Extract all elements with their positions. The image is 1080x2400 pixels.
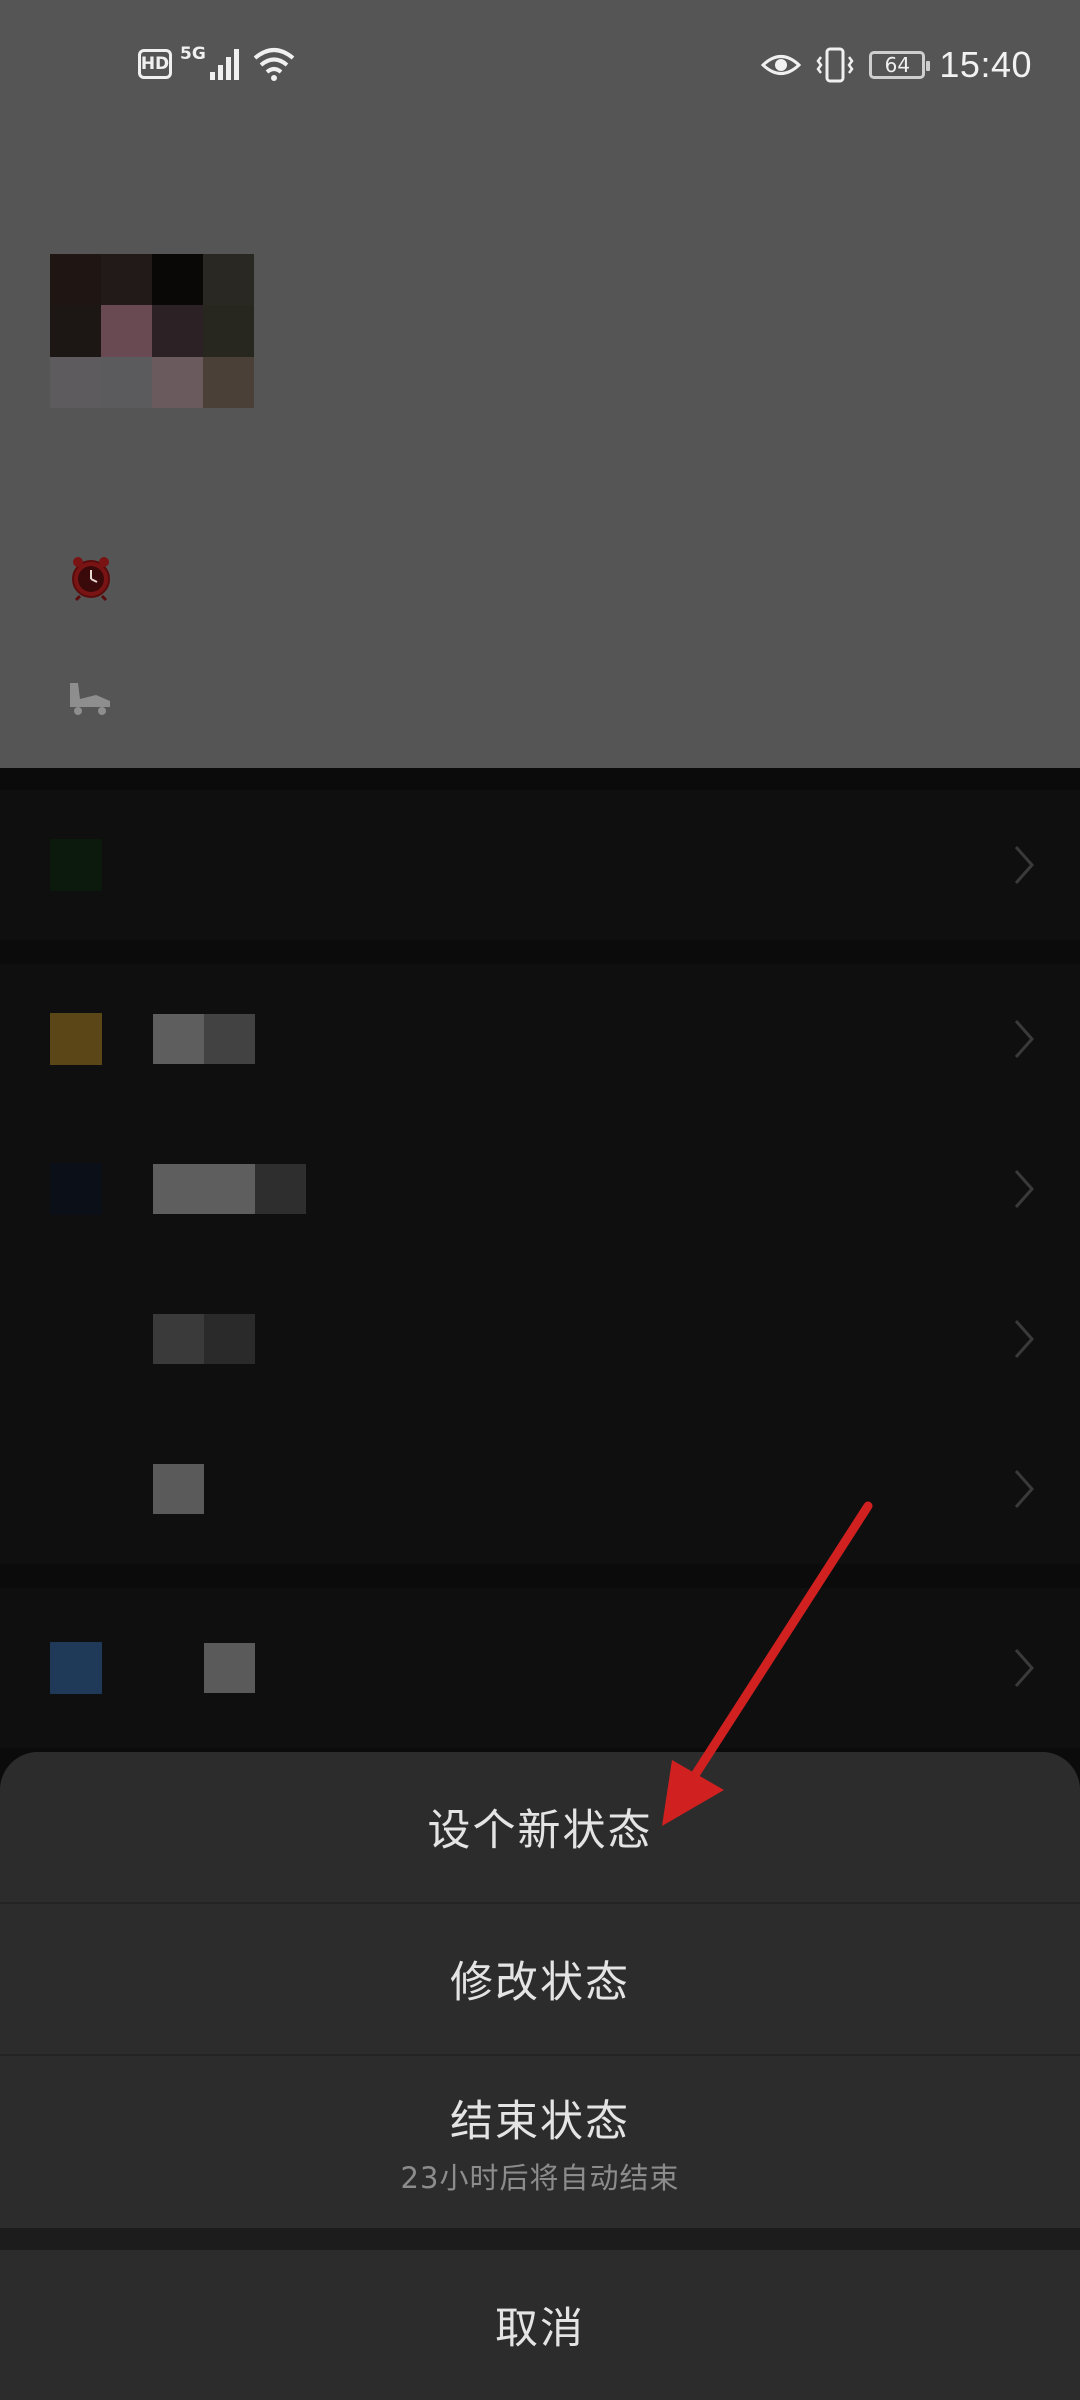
status-bar-left: HD 5G xyxy=(138,44,296,84)
item-title xyxy=(204,1643,255,1693)
avatar xyxy=(50,254,254,408)
chevron-right-icon xyxy=(1014,1320,1035,1358)
action-sheet: 设个新状态 修改状态 结束状态 23小时后将自动结束 取消 xyxy=(0,1752,1080,2400)
list-item[interactable] xyxy=(0,1114,1080,1264)
list-section xyxy=(0,1588,1080,1748)
item-thumbnail xyxy=(50,1013,102,1065)
list-section xyxy=(0,790,1080,940)
item-title xyxy=(153,1014,255,1064)
edit-status-label: 修改状态 xyxy=(450,1958,630,2008)
battery-level: 64 xyxy=(884,53,911,77)
list-item[interactable] xyxy=(0,790,1080,940)
wifi-icon xyxy=(253,48,295,81)
battery-indicator: 64 xyxy=(869,51,931,79)
network-type: 5G xyxy=(180,44,206,64)
list-section xyxy=(0,964,1080,1564)
chevron-right-icon xyxy=(1014,846,1035,884)
list-item[interactable] xyxy=(0,1414,1080,1564)
status-bar: HD 5G 64 15:40 xyxy=(0,0,1080,130)
cellular-signal-icon xyxy=(209,49,239,80)
vibrate-icon xyxy=(816,47,854,83)
item-thumbnail xyxy=(50,1163,102,1215)
cancel-label: 取消 xyxy=(495,2304,585,2354)
alarm-clock-icon xyxy=(64,550,118,604)
chevron-right-icon xyxy=(1014,1649,1035,1687)
item-title xyxy=(153,1314,255,1364)
end-status-button[interactable]: 结束状态 23小时后将自动结束 xyxy=(0,2056,1080,2228)
set-new-status-label: 设个新状态 xyxy=(427,1806,653,1856)
set-new-status-button[interactable]: 设个新状态 xyxy=(0,1752,1080,1902)
roller-skate-icon xyxy=(64,670,118,724)
hd-badge: HD xyxy=(138,49,172,79)
end-status-note: 23小时后将自动结束 xyxy=(400,2161,680,2195)
list-item[interactable] xyxy=(0,1264,1080,1414)
chevron-right-icon xyxy=(1014,1020,1035,1058)
eye-comfort-icon xyxy=(761,55,802,75)
list-item[interactable] xyxy=(0,964,1080,1114)
clock: 15:40 xyxy=(939,44,1032,85)
item-thumbnail xyxy=(50,839,102,891)
item-title xyxy=(153,1164,306,1214)
chevron-right-icon xyxy=(1014,1470,1035,1508)
item-thumbnail xyxy=(50,1642,102,1694)
end-status-label: 结束状态 xyxy=(450,2097,630,2147)
edit-status-button[interactable]: 修改状态 xyxy=(0,1904,1080,2054)
item-title xyxy=(153,1464,204,1514)
cancel-button[interactable]: 取消 xyxy=(0,2250,1080,2400)
chevron-right-icon xyxy=(1014,1170,1035,1208)
status-bar-right: 64 15:40 xyxy=(761,40,1032,90)
list-item[interactable] xyxy=(0,1593,1080,1743)
